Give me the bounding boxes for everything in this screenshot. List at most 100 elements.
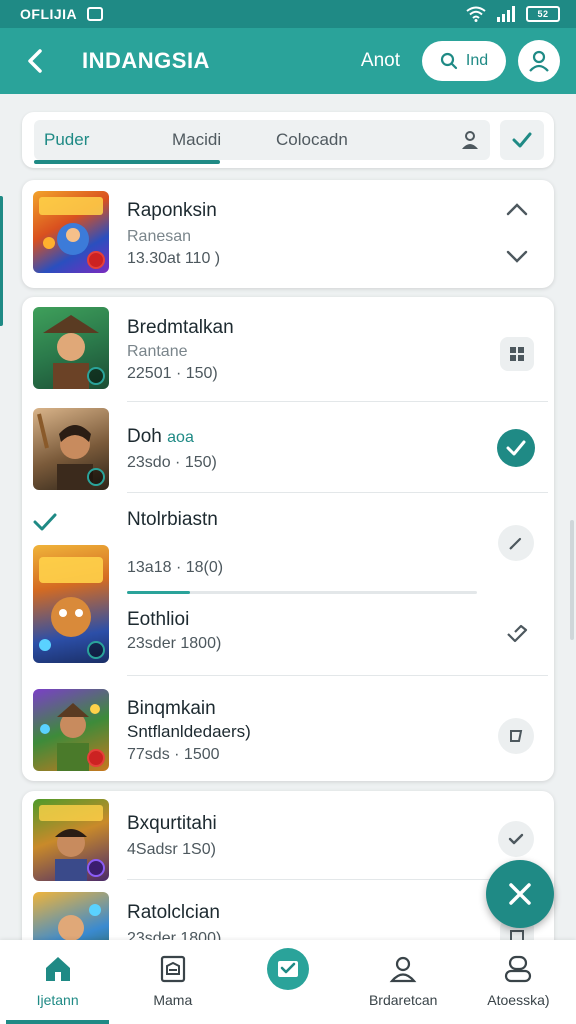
active-tab-indicator bbox=[34, 160, 220, 164]
game-card-2: Bredmtalkan Rantane 22501 · 150) Doh aoa… bbox=[22, 297, 554, 781]
game-subtitle: Rantane bbox=[127, 343, 188, 360]
signal-icon bbox=[497, 6, 515, 22]
page-title: INDANGSIA bbox=[82, 48, 210, 73]
game-title: Ntolrbiastn bbox=[127, 509, 218, 530]
app-bar: INDANGSIA Anot Ind bbox=[0, 28, 576, 94]
platform-badge-icon bbox=[87, 859, 105, 877]
search-icon bbox=[440, 52, 457, 70]
game-title: Raponksin bbox=[127, 200, 217, 221]
download-progress-bar bbox=[127, 591, 477, 594]
tab-colocadn[interactable]: Colocadn bbox=[276, 120, 348, 160]
mail-check-icon bbox=[267, 948, 309, 990]
tab-user-button[interactable] bbox=[450, 120, 490, 160]
game-thumbnail bbox=[33, 799, 109, 881]
notification-icon bbox=[87, 7, 104, 21]
list-item[interactable]: Raponksin Ranesan 13.30at 110 ) bbox=[22, 180, 554, 288]
nav-item-inbox[interactable] bbox=[230, 940, 345, 1024]
platform-badge-icon bbox=[87, 251, 105, 269]
list-item[interactable]: Binqmkain Sntflanldedaers) 77sds · 1500 bbox=[22, 676, 554, 781]
tabs: Puder Macidi Colocadn bbox=[34, 120, 490, 164]
status-time: OFLIJIA bbox=[20, 6, 78, 22]
check-icon bbox=[33, 513, 57, 531]
game-card-1: Raponksin Ranesan 13.30at 110 ) bbox=[22, 180, 554, 288]
list-item[interactable]: Bredmtalkan Rantane 22501 · 150) bbox=[22, 297, 554, 401]
game-title: Eothlioi bbox=[127, 609, 190, 630]
selected-check[interactable] bbox=[30, 507, 60, 537]
game-thumbnail bbox=[33, 408, 109, 490]
nav-item-mama[interactable]: Mama bbox=[115, 940, 230, 1024]
game-title: Bxqurtitahi bbox=[127, 813, 217, 834]
flag-button[interactable] bbox=[498, 718, 534, 754]
check-icon bbox=[512, 132, 532, 148]
game-meta: 4Sadsr 1S0) bbox=[127, 841, 216, 858]
chevron-down-icon bbox=[506, 250, 528, 263]
game-title-tag: aoa bbox=[167, 429, 194, 446]
close-fab-button[interactable] bbox=[486, 860, 554, 928]
platform-badge-icon bbox=[87, 468, 105, 486]
profile-button[interactable] bbox=[518, 40, 560, 82]
game-subtitle: Ranesan bbox=[127, 228, 192, 245]
installed-check-button[interactable] bbox=[497, 429, 535, 467]
check-icon bbox=[508, 833, 524, 845]
download-progress-fill bbox=[127, 591, 190, 594]
pencil-icon bbox=[509, 537, 522, 550]
battery-icon: 52 bbox=[526, 6, 560, 22]
game-thumbnail bbox=[33, 307, 109, 389]
flag-icon bbox=[510, 730, 523, 742]
filter-tab-bar: Puder Macidi Colocadn bbox=[22, 112, 554, 168]
person-icon bbox=[462, 131, 478, 149]
game-meta: 13.30at 110 ) bbox=[127, 250, 221, 267]
list-item[interactable]: Bxqurtitahi 4Sadsr 1S0) bbox=[22, 791, 554, 881]
chevron-up-icon bbox=[506, 203, 528, 216]
game-title: Bredmtalkan bbox=[127, 317, 234, 338]
close-icon bbox=[509, 883, 531, 905]
nav-label: Ijetann bbox=[36, 992, 79, 1008]
selection-accent bbox=[0, 196, 3, 326]
back-button[interactable] bbox=[18, 44, 52, 78]
chevron-left-icon bbox=[28, 49, 42, 73]
game-thumbnail bbox=[33, 689, 109, 771]
person-icon bbox=[389, 956, 417, 983]
scrollbar[interactable] bbox=[570, 520, 574, 640]
nav-item-home[interactable]: Ijetann bbox=[0, 940, 115, 1024]
edit-button[interactable] bbox=[498, 525, 534, 561]
move-down-button[interactable] bbox=[502, 242, 532, 272]
status-bar: OFLIJIA 52 bbox=[0, 0, 576, 28]
tab-puder[interactable]: Puder bbox=[44, 120, 172, 160]
bottom-navigation: Ijetann Mama Brdaretcan Atoesska) bbox=[0, 940, 576, 1024]
platform-badge-icon bbox=[87, 749, 105, 767]
nav-label: Atoesska) bbox=[487, 992, 550, 1008]
search-label: Ind bbox=[465, 52, 489, 69]
game-meta: 23sdo · 150) bbox=[127, 454, 217, 471]
people-icon bbox=[505, 955, 532, 983]
game-meta: 13a18 · 18(0) bbox=[127, 559, 224, 576]
nav-label: Mama bbox=[153, 992, 193, 1008]
game-thumbnail bbox=[33, 191, 109, 273]
check-icon bbox=[506, 440, 526, 456]
list-item[interactable]: Doh aoa 23sdo · 150) bbox=[22, 402, 554, 492]
platform-badge-icon bbox=[87, 367, 105, 385]
check-button[interactable] bbox=[498, 821, 534, 857]
grid-icon bbox=[510, 347, 524, 361]
game-meta: 23sder 1800) bbox=[127, 635, 222, 652]
nav-item-profile[interactable]: Brdaretcan bbox=[346, 940, 461, 1024]
options-button[interactable] bbox=[502, 619, 532, 649]
app-bar-link[interactable]: Anot bbox=[361, 50, 400, 72]
game-title: Doh aoa bbox=[127, 426, 194, 447]
game-subtitle: Sntflanldedaers) bbox=[127, 722, 251, 741]
grid-button[interactable] bbox=[500, 337, 534, 371]
search-button[interactable]: Ind bbox=[422, 41, 506, 81]
tab-macidi[interactable]: Macidi bbox=[172, 120, 276, 160]
user-icon bbox=[529, 50, 549, 72]
game-title: Ratolclcian bbox=[127, 902, 220, 923]
diamond-icon bbox=[507, 624, 528, 643]
nav-item-accounts[interactable]: Atoesska) bbox=[461, 940, 576, 1024]
game-meta: 77sds · 1500 bbox=[127, 746, 220, 763]
wifi-icon bbox=[466, 6, 486, 22]
document-icon bbox=[160, 955, 185, 983]
move-up-button[interactable] bbox=[502, 194, 532, 224]
list-item[interactable]: Eothlioi 23sder 1800) bbox=[22, 595, 554, 675]
game-title: Binqmkain bbox=[127, 698, 216, 719]
game-meta: 22501 · 150) bbox=[127, 365, 218, 382]
confirm-button[interactable] bbox=[500, 120, 544, 160]
